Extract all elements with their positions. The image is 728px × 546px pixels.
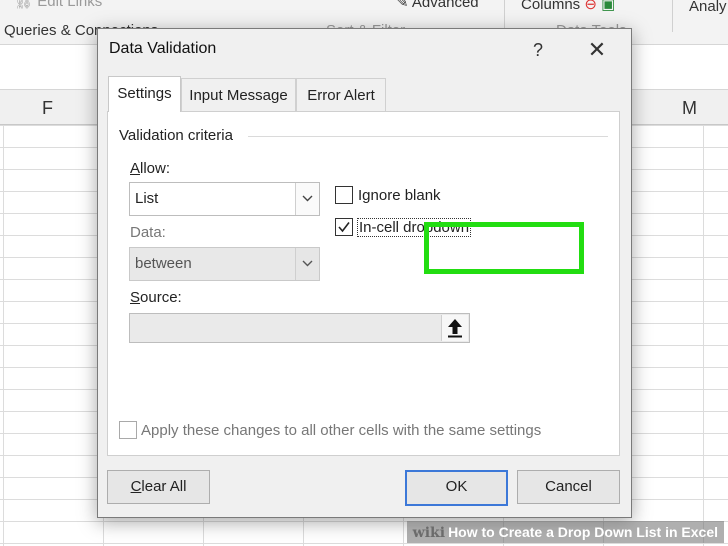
- chevron-down-icon[interactable]: [295, 248, 319, 280]
- edit-links-icon: ⛓: [14, 0, 34, 10]
- clear-all-button[interactable]: Clear All: [107, 470, 210, 504]
- analysis-button[interactable]: Analy: [689, 0, 727, 15]
- group-divider: [248, 136, 608, 137]
- data-dropdown[interactable]: between: [129, 247, 320, 281]
- text-to-columns-button[interactable]: Columns ⊖ ▣: [521, 0, 615, 13]
- advanced-icon: ✎: [396, 0, 409, 11]
- tab-input-message[interactable]: Input Message: [181, 78, 296, 112]
- data-label: Data:: [130, 224, 166, 241]
- apply-all-label: Apply these changes to all other cells w…: [141, 422, 542, 439]
- data-validation-dialog: Data Validation ? ✕ Settings Input Messa…: [97, 28, 632, 518]
- tab-settings[interactable]: Settings: [108, 76, 181, 112]
- watermark: wiki How to Create a Drop Down List in Ex…: [406, 521, 724, 543]
- apply-all-checkbox[interactable]: [119, 421, 137, 439]
- ribbon-separator: [672, 0, 673, 32]
- data-dropdown-value: between: [135, 255, 192, 272]
- ignore-blank-checkbox[interactable]: [335, 186, 353, 204]
- collapse-dialog-button[interactable]: [441, 315, 468, 341]
- edit-links-button[interactable]: ⛓ Edit Links: [14, 0, 102, 10]
- allow-dropdown-value: List: [135, 190, 159, 207]
- allow-dropdown[interactable]: List: [129, 182, 320, 216]
- allow-label-text: Allow:: [130, 160, 171, 177]
- advanced-button[interactable]: ✎ Advanced: [396, 0, 479, 11]
- source-input[interactable]: [129, 313, 470, 343]
- tab-error-alert[interactable]: Error Alert: [296, 78, 386, 112]
- validation-criteria-label: Validation criteria: [119, 127, 233, 144]
- column-header-f[interactable]: F: [42, 98, 53, 119]
- ok-button[interactable]: OK: [405, 470, 508, 506]
- cancel-button[interactable]: Cancel: [517, 470, 620, 504]
- data-model-icon: ▣: [601, 0, 616, 13]
- checkmark-icon: [338, 222, 350, 233]
- remove-duplicates-icon: ⊖: [584, 0, 597, 13]
- chevron-down-icon[interactable]: [295, 183, 319, 215]
- ignore-blank-label: Ignore blank: [358, 187, 441, 204]
- close-icon[interactable]: ✕: [582, 35, 612, 65]
- help-button[interactable]: ?: [523, 35, 553, 65]
- dialog-title: Data Validation: [109, 40, 217, 57]
- column-header-m[interactable]: M: [682, 98, 697, 119]
- allow-label: Allow:: [130, 160, 170, 177]
- upload-arrow-icon: [448, 319, 462, 338]
- watermark-logo: wiki: [412, 525, 446, 541]
- watermark-text: How to Create a Drop Down List in Excel: [448, 524, 718, 540]
- highlight-box: [424, 222, 584, 274]
- settings-panel: Validation criteria Allow: List Data: be…: [107, 111, 620, 456]
- in-cell-dropdown-checkbox[interactable]: [335, 218, 353, 236]
- source-label: Source:: [130, 289, 182, 306]
